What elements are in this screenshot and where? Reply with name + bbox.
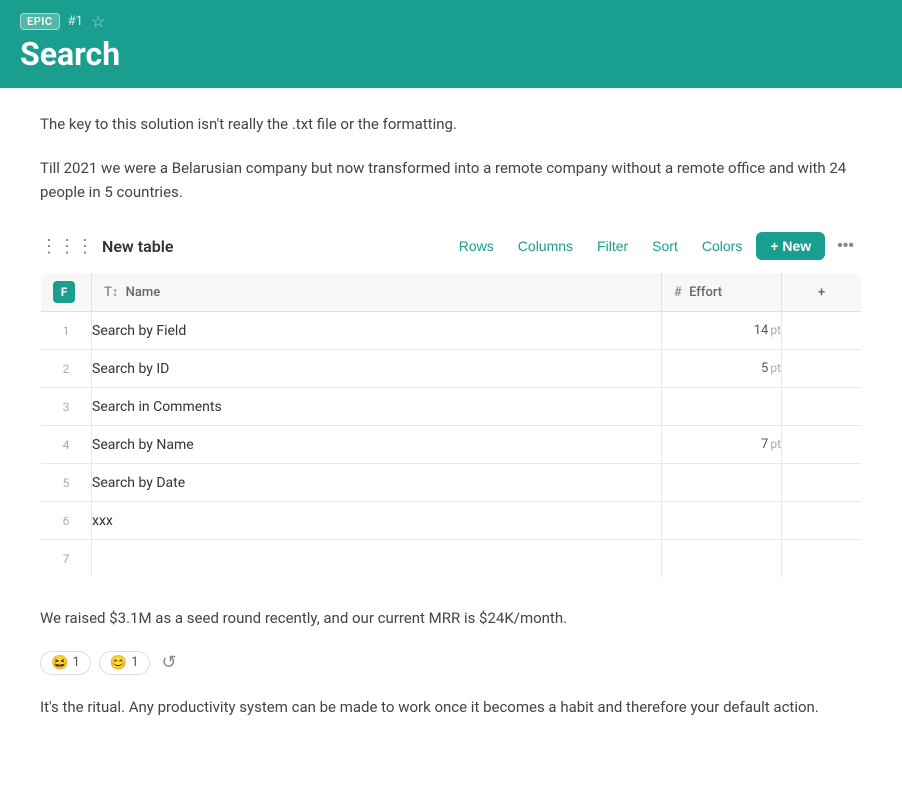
table-row: 1Search by Field14pt	[41, 312, 862, 350]
row-name[interactable]: Search in Comments	[92, 388, 662, 426]
row-extra	[782, 540, 862, 578]
rows-button[interactable]: Rows	[449, 233, 504, 259]
table-section: ⋮⋮⋮ New table Rows Columns Filter Sort C…	[40, 232, 862, 578]
header-meta: EPIC #1 ☆	[20, 12, 882, 31]
th-effort-label: Effort	[689, 285, 722, 300]
toolbar-actions: Rows Columns Filter Sort Colors + New ••…	[449, 232, 862, 260]
colors-button[interactable]: Colors	[692, 233, 752, 259]
row-effort	[662, 464, 782, 502]
row-effort	[662, 388, 782, 426]
row-effort	[662, 540, 782, 578]
paragraph-4: It's the ritual. Any productivity system…	[40, 695, 862, 719]
effort-hash-icon: #	[674, 285, 682, 300]
page-header: EPIC #1 ☆ Search	[0, 0, 902, 88]
reaction-count: 1	[131, 655, 138, 670]
row-number: 1	[41, 312, 92, 350]
row-number: 5	[41, 464, 92, 502]
table-toolbar: ⋮⋮⋮ New table Rows Columns Filter Sort C…	[40, 232, 862, 260]
table-title-area: ⋮⋮⋮ New table	[40, 236, 173, 257]
row-name[interactable]: Search by Name	[92, 426, 662, 464]
th-name: T↕ Name	[92, 273, 662, 312]
row-name[interactable]	[92, 540, 662, 578]
f-badge: F	[53, 281, 75, 303]
reaction-count: 1	[72, 655, 79, 670]
reaction-emoji: 😆	[51, 655, 68, 671]
reaction-emoji: 😊	[110, 655, 127, 671]
add-reaction-button[interactable]: ↺	[158, 650, 181, 675]
issue-number: #1	[68, 14, 83, 29]
table-row: 7	[41, 540, 862, 578]
table-row: 4Search by Name7pt	[41, 426, 862, 464]
reactions-area: 😆1😊1 ↺	[40, 650, 862, 675]
epic-badge: EPIC	[20, 13, 60, 30]
row-number: 6	[41, 502, 92, 540]
grid-icon: ⋮⋮⋮	[40, 236, 94, 257]
th-row-num: F	[41, 273, 92, 312]
row-name[interactable]: Search by Date	[92, 464, 662, 502]
data-table: F T↕ Name # Effort + 1Search by Field14p…	[40, 272, 862, 578]
table-row: 3Search in Comments	[41, 388, 862, 426]
th-effort: # Effort	[662, 273, 782, 312]
paragraph-1: The key to this solution isn't really th…	[40, 112, 862, 136]
row-name[interactable]: Search by Field	[92, 312, 662, 350]
row-number: 7	[41, 540, 92, 578]
row-extra	[782, 426, 862, 464]
reaction-badge[interactable]: 😆1	[40, 651, 91, 675]
sort-button[interactable]: Sort	[642, 233, 688, 259]
th-add-column[interactable]: +	[782, 273, 862, 312]
star-icon[interactable]: ☆	[91, 12, 105, 31]
row-effort	[662, 502, 782, 540]
columns-button[interactable]: Columns	[508, 233, 583, 259]
row-number: 4	[41, 426, 92, 464]
table-row: 6xxx	[41, 502, 862, 540]
row-number: 3	[41, 388, 92, 426]
page-title: Search	[20, 37, 882, 72]
table-row: 2Search by ID5pt	[41, 350, 862, 388]
row-number: 2	[41, 350, 92, 388]
row-name[interactable]: xxx	[92, 502, 662, 540]
th-name-label: Name	[126, 285, 161, 300]
name-sort-icon: T↕	[104, 285, 118, 300]
table-header-row: F T↕ Name # Effort +	[41, 273, 862, 312]
table-row: 5Search by Date	[41, 464, 862, 502]
paragraph-3: We raised $3.1M as a seed round recently…	[40, 606, 862, 630]
more-options-button[interactable]: •••	[829, 232, 862, 260]
filter-button[interactable]: Filter	[587, 233, 638, 259]
table-name: New table	[102, 237, 173, 256]
row-extra	[782, 388, 862, 426]
paragraph-2: Till 2021 we were a Belarusian company b…	[40, 156, 862, 204]
row-name[interactable]: Search by ID	[92, 350, 662, 388]
row-extra	[782, 312, 862, 350]
row-extra	[782, 502, 862, 540]
row-effort: 7pt	[662, 426, 782, 464]
row-extra	[782, 464, 862, 502]
row-extra	[782, 350, 862, 388]
reaction-badge[interactable]: 😊1	[99, 651, 150, 675]
page-content: The key to this solution isn't really th…	[0, 88, 902, 763]
row-effort: 14pt	[662, 312, 782, 350]
new-button[interactable]: + New	[756, 232, 825, 260]
row-effort: 5pt	[662, 350, 782, 388]
